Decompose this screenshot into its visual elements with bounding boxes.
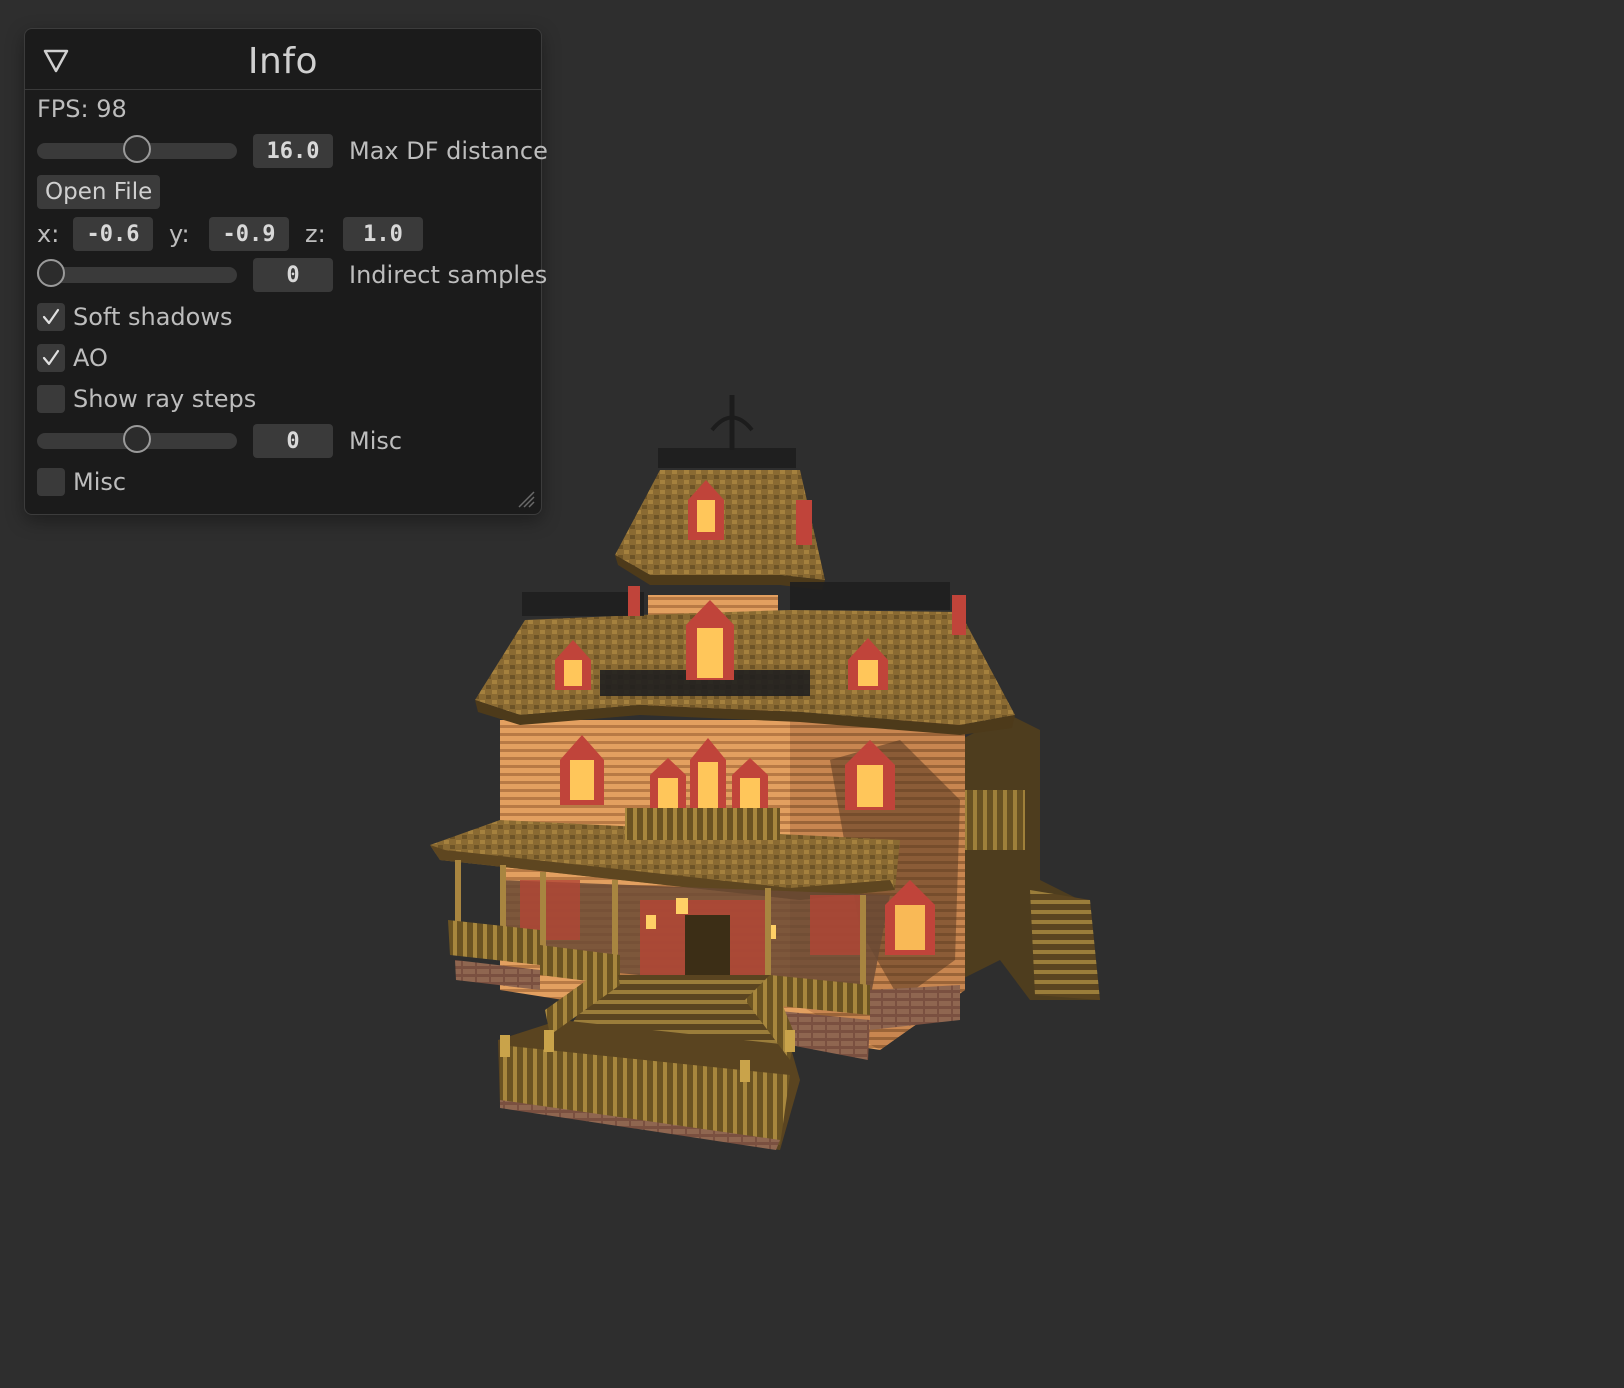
show-ray-steps-label: Show ray steps	[73, 385, 257, 413]
info-window[interactable]: Info FPS: 98 16.0 Max DF distance Open F…	[24, 28, 548, 515]
indirect-samples-slider[interactable]	[37, 257, 237, 293]
max-df-label: Max DF distance	[349, 137, 548, 165]
open-file-button[interactable]: Open File	[37, 175, 161, 209]
z-label: z:	[305, 220, 326, 248]
x-value[interactable]: -0.6	[73, 217, 153, 251]
slider-knob[interactable]	[123, 425, 151, 453]
slider-track	[37, 267, 237, 283]
indirect-samples-label: Indirect samples	[349, 261, 548, 289]
ao-row[interactable]: AO	[37, 340, 108, 376]
misc-checkbox[interactable]	[37, 468, 65, 496]
show-ray-steps-row[interactable]: Show ray steps	[37, 381, 256, 417]
checkmark-icon	[42, 308, 60, 325]
misc-slider-row: 0 Misc	[37, 423, 402, 459]
misc-checkbox-row[interactable]: Misc	[37, 464, 126, 500]
misc-checkbox-label: Misc	[73, 468, 127, 496]
slider-knob[interactable]	[123, 135, 151, 163]
slider-knob[interactable]	[37, 259, 65, 287]
max-df-value[interactable]: 16.0	[253, 134, 333, 168]
x-label: x:	[37, 220, 60, 248]
coords-row: x: -0.6 y: -0.9 z: 1.0	[37, 216, 423, 252]
render-viewport[interactable]: Info FPS: 98 16.0 Max DF distance Open F…	[0, 0, 1624, 1388]
y-value[interactable]: -0.9	[209, 217, 289, 251]
fps-row: FPS: 98	[37, 91, 127, 127]
window-title: Info	[247, 41, 319, 82]
show-ray-steps-checkbox[interactable]	[37, 385, 65, 413]
ao-checkbox[interactable]	[37, 344, 65, 372]
soft-shadows-row[interactable]: Soft shadows	[37, 299, 232, 335]
misc-slider-value[interactable]: 0	[253, 424, 333, 458]
info-window-title-bar[interactable]: Info	[25, 29, 541, 90]
indirect-row: 0 Indirect samples	[37, 257, 547, 293]
indirect-samples-value[interactable]: 0	[253, 258, 333, 292]
max-df-slider[interactable]	[37, 133, 237, 169]
resize-grip-icon[interactable]	[515, 488, 535, 508]
misc-slider-label: Misc	[349, 427, 403, 455]
checkmark-icon	[42, 349, 60, 366]
ao-label: AO	[73, 344, 108, 372]
max-df-row: 16.0 Max DF distance	[37, 133, 548, 169]
misc-slider[interactable]	[37, 423, 237, 459]
z-value[interactable]: 1.0	[343, 217, 423, 251]
soft-shadows-checkbox[interactable]	[37, 303, 65, 331]
y-label: y:	[169, 220, 190, 248]
soft-shadows-label: Soft shadows	[73, 303, 233, 331]
fps-label: FPS: 98	[37, 95, 127, 123]
open-file-row: Open File	[37, 174, 161, 210]
